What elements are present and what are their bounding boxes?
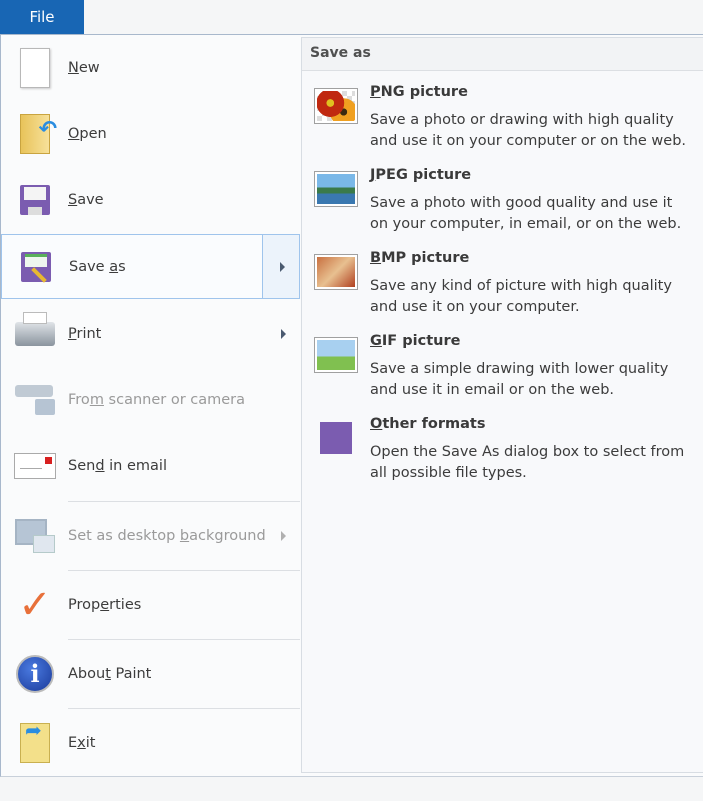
menu-item-label: Save as [69,258,126,275]
format-title: PNG picture [370,84,468,100]
other-formats-icon [318,420,354,456]
gif-picture-icon [314,337,358,373]
menu-item-label: Exit [68,734,96,751]
format-description: Open the Save As dialog box to select fr… [370,444,685,481]
format-description: Save any kind of picture with high quali… [370,278,672,315]
save-as-panel-title: Save as [302,38,703,71]
save-format-other-formats[interactable]: Other formats Open the Save As dialog box… [314,416,694,494]
save-as-panel: Save as PNG picture Save a photo or drawi… [301,37,703,773]
new-document-icon [13,46,57,90]
format-title: Other formats [370,416,486,432]
format-description: Save a photo or drawing with high qualit… [370,112,687,149]
info-icon: i [13,652,57,696]
submenu-arrow-icon [281,530,286,541]
format-description: Save a simple drawing with lower quality… [370,361,669,398]
menu-item-exit[interactable]: ➦ Exit [1,708,300,777]
menu-item-set-as-desktop-background: Set as desktop background [1,501,300,570]
submenu-arrow-icon [280,261,285,272]
divider [68,639,300,640]
menu-item-open[interactable]: ↶ Open [1,101,300,167]
jpeg-picture-icon [314,171,358,207]
desktop-background-icon [13,514,57,558]
printer-icon [13,312,57,356]
menu-item-label: About Paint [68,665,152,682]
menu-item-label: Print [68,326,102,342]
bmp-picture-icon [314,254,358,290]
file-tab[interactable]: File [0,0,84,34]
format-title: JPEG picture [370,167,472,183]
divider [68,708,300,709]
menu-item-label: From scanner or camera [68,392,246,408]
menu-item-from-scanner-or-camera: From scanner or camera [1,367,300,433]
save-floppy-icon [13,178,57,222]
save-format-jpeg-picture[interactable]: JPEG picture Save a photo with good quali… [314,167,694,245]
format-title: BMP picture [370,250,470,266]
format-title: GIF picture [370,333,461,349]
format-description: Save a photo with good quality and use i… [370,195,682,232]
menu-item-label: New [68,60,100,76]
divider [68,501,300,502]
file-menu-commands: New ↶ Open Save Save as Print From scanner or … [1,35,301,777]
save-format-bmp-picture[interactable]: BMP picture Save any kind of picture with… [314,250,694,328]
menu-item-label: Open [68,126,107,142]
save-as-icon [14,245,58,289]
menu-item-label: Save [68,192,104,208]
menu-item-label: Set as desktop background [68,527,266,544]
menu-item-properties[interactable]: ✓ Properties [1,570,300,639]
menu-item-label: Send in email [68,458,167,474]
png-picture-icon [314,88,358,124]
menu-item-save-as[interactable]: Save as [1,234,300,299]
open-folder-icon: ↶ [13,112,57,156]
divider [68,570,300,571]
menu-item-about-paint[interactable]: i About Paint [1,639,300,708]
save-format-gif-picture[interactable]: GIF picture Save a simple drawing with lo… [314,333,694,411]
exit-icon: ➦ [13,718,57,765]
scanner-camera-icon [13,378,57,422]
email-icon [13,444,57,488]
menu-item-new[interactable]: New [1,35,300,101]
menu-item-send-in-email[interactable]: Send in email [1,433,300,499]
submenu-arrow-icon [281,329,286,339]
menu-item-label: Properties [68,596,142,613]
save-format-png-picture[interactable]: PNG picture Save a photo or drawing with … [314,84,694,162]
properties-check-icon: ✓ [18,581,52,628]
menu-item-save[interactable]: Save [1,167,300,233]
file-menu: New ↶ Open Save Save as Print From scanner or … [0,34,703,777]
menu-item-print[interactable]: Print [1,301,300,367]
